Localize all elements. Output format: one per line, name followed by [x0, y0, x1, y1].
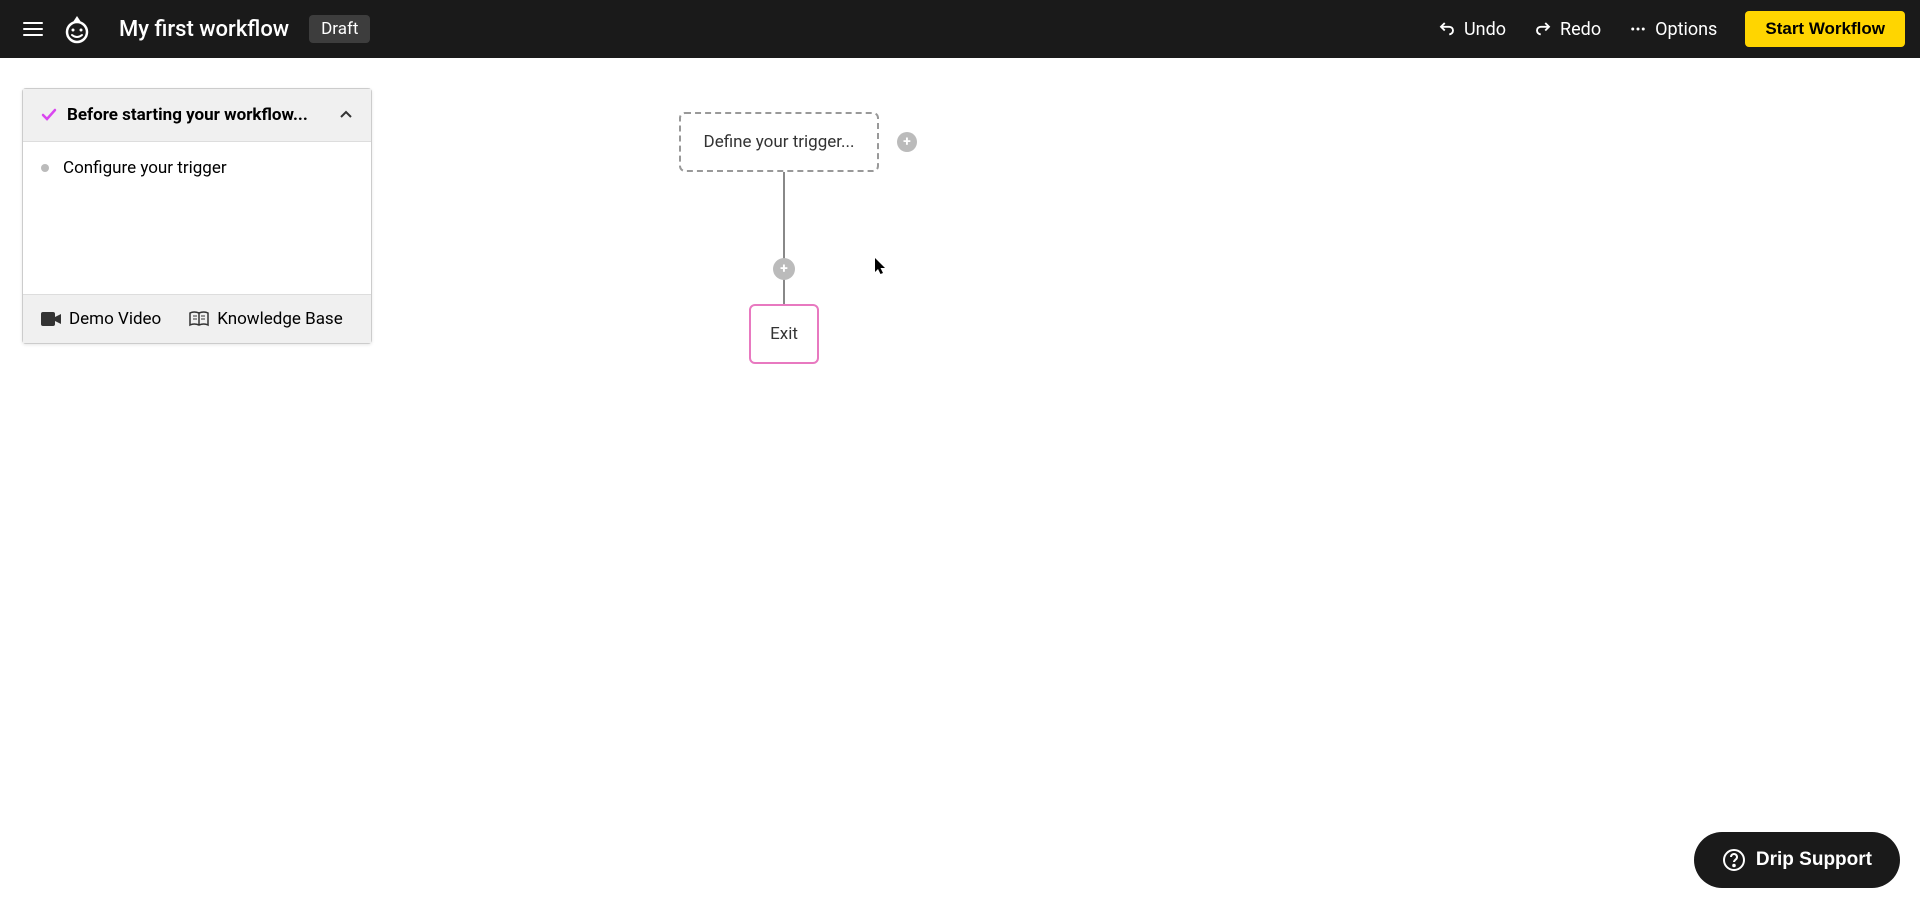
step-label: Configure your trigger: [63, 158, 227, 178]
step-status-dot: [41, 164, 49, 172]
check-icon: [41, 107, 57, 123]
knowledge-base-link[interactable]: Knowledge Base: [189, 309, 342, 329]
panel-step-item[interactable]: Configure your trigger: [23, 142, 371, 194]
support-button[interactable]: Drip Support: [1694, 832, 1900, 888]
exit-node[interactable]: Exit: [749, 304, 819, 364]
video-icon: [41, 312, 61, 326]
options-button[interactable]: Options: [1629, 19, 1717, 40]
connector-line: [783, 172, 785, 314]
book-icon: [189, 311, 209, 327]
panel-title: Before starting your workflow...: [67, 105, 339, 125]
cursor-icon: [875, 258, 887, 276]
undo-button[interactable]: Undo: [1438, 19, 1506, 40]
header: My first workflow Draft Undo Redo Option…: [0, 0, 1920, 58]
add-step-button[interactable]: +: [773, 258, 795, 280]
status-badge: Draft: [309, 15, 370, 43]
panel-header[interactable]: Before starting your workflow...: [23, 89, 371, 142]
drip-logo[interactable]: [63, 14, 91, 44]
logo-icon: [63, 14, 91, 44]
demo-video-link[interactable]: Demo Video: [41, 309, 161, 329]
redo-icon: [1534, 20, 1552, 38]
add-trigger-button[interactable]: +: [897, 132, 917, 152]
onboarding-panel: Before starting your workflow... Configu…: [22, 88, 372, 344]
start-workflow-button[interactable]: Start Workflow: [1745, 11, 1905, 47]
panel-footer: Demo Video Knowledge Base: [23, 294, 371, 343]
trigger-node[interactable]: Define your trigger...: [679, 112, 879, 172]
menu-icon[interactable]: [15, 14, 51, 44]
more-icon: [1629, 20, 1647, 38]
chevron-up-icon: [339, 108, 353, 122]
workflow-title[interactable]: My first workflow: [119, 17, 289, 42]
help-icon: [1722, 848, 1746, 872]
redo-button[interactable]: Redo: [1534, 19, 1601, 40]
header-actions: Undo Redo Options Start Workflow: [1438, 11, 1905, 47]
undo-icon: [1438, 20, 1456, 38]
